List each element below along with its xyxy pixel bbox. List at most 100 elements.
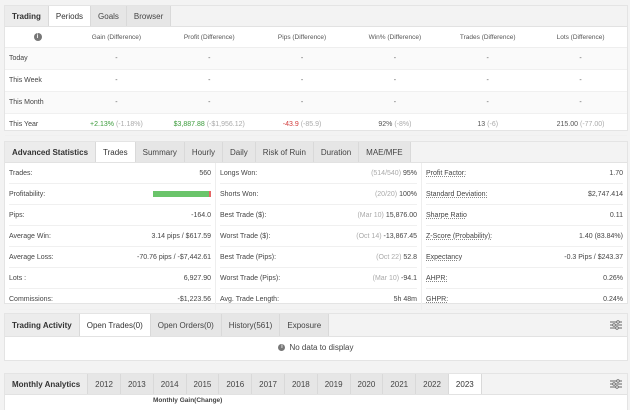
stat-label: Pips: [9,211,25,219]
stat-label: Worst Trade ($): [220,232,271,240]
tab-goals[interactable]: Goals [91,6,127,26]
stat-value: 560 [199,169,211,177]
monthly-gain-header: Monthly Gain(Change) [153,397,223,404]
stat-row-ahpr: AHPR: 0.26% [426,268,623,289]
tab-trading[interactable]: Trading [5,6,49,26]
stat-row-z-score: Z-Score (Probability): 1.40 (83.84%) [426,226,623,247]
tab-open-trades[interactable]: Open Trades(0) [79,314,151,336]
trades-value: - [486,55,489,62]
stat-label: Shorts Won: [220,190,259,198]
tab-year-2019[interactable]: 2019 [317,374,351,394]
gain-value: - [115,99,118,106]
tab-risk-of-ruin[interactable]: Risk of Ruin [255,142,314,162]
tab-monthly-analytics[interactable]: Monthly Analytics [5,374,89,394]
tab-year-2015[interactable]: 2015 [186,374,220,394]
trades-value: - [486,99,489,106]
tab-trades[interactable]: Trades [96,142,136,162]
stat-value: 5h 48m [393,295,417,303]
stat-subvalue: (Mar 10) [372,274,400,282]
tab-duration[interactable]: Duration [313,142,360,162]
stat-value: 52.8 [403,253,417,261]
stat-row-best-trade-pips: Best Trade (Pips): (Oct 22) 52.8 [220,247,417,268]
stat-label: Profitability: [9,190,46,198]
statistics-tabbar: Advanced Statistics Trades Summary Hourl… [5,142,627,163]
stat-value: $2,747.414 [587,190,623,198]
tab-daily[interactable]: Daily [223,142,256,162]
tab-open-orders[interactable]: Open Orders(0) [150,314,222,336]
tab-year-2012[interactable]: 2012 [88,374,121,394]
stat-value: 0.26% [603,274,623,282]
stat-row-average-win: Average Win: 3.14 pips / $617.59 [9,226,211,247]
gain-value: +2.13% [90,121,114,128]
tab-year-2023[interactable]: 2023 [448,374,482,394]
stat-value: -0.3 Pips / $243.37 [564,253,623,261]
stat-row-worst-trade-usd: Worst Trade ($): (Oct 14) -13,867.45 [220,226,417,247]
tab-advanced-statistics[interactable]: Advanced Statistics [5,142,97,162]
stat-label[interactable]: Expectancy [426,254,462,261]
stats-column-2: Longs Won: (514/540) 95% Shorts Won: (20/2… [215,163,421,310]
tab-history[interactable]: History(561) [221,314,281,336]
stat-label[interactable]: Profit Factor: [426,170,466,177]
stat-label[interactable]: Standard Deviation: [426,191,487,198]
tab-mae-mfe[interactable]: MAE/MFE [359,142,411,162]
profit-diff: (-$1,956.12) [206,121,245,128]
gain-value: - [115,77,118,84]
tab-periods[interactable]: Periods [48,6,92,26]
header-lots[interactable]: Lots (Difference) [534,27,627,48]
tab-exposure[interactable]: Exposure [280,314,330,336]
lots-diff: (-77.00) [580,121,605,128]
periods-card: Trading Periods Goals Browser i Gain (Di… [4,5,628,136]
stat-label: Avg. Trade Length: [220,295,280,303]
header-gain[interactable]: Gain (Difference) [70,27,163,48]
monthly-tabbar: Monthly Analytics 2012 2013 2014 2015 20… [5,374,627,395]
tab-summary[interactable]: Summary [135,142,185,162]
tab-year-2021[interactable]: 2021 [383,374,417,394]
tab-hourly[interactable]: Hourly [184,142,223,162]
tab-year-2014[interactable]: 2014 [153,374,187,394]
stat-label[interactable]: GHPR: [426,296,448,303]
stat-label[interactable]: Sharpe Ratio [426,212,467,219]
stat-value: 15,876.00 [385,211,417,219]
stat-label: Worst Trade (Pips): [220,274,281,282]
tab-year-2013[interactable]: 2013 [120,374,154,394]
stat-value: -70.76 pips / -$7,442.61 [137,253,211,261]
profitability-loss-segment [208,191,211,197]
info-icon: i [278,344,286,351]
header-profit[interactable]: Profit (Difference) [162,27,256,48]
header-trades[interactable]: Trades (Difference) [441,27,535,48]
tab-year-2020[interactable]: 2020 [350,374,384,394]
stat-row-avg-trade-length: Avg. Trade Length: 5h 48m [220,289,417,310]
periods-table: i Gain (Difference) Profit (Difference) … [5,27,627,136]
period-label: Today [5,47,70,70]
stats-column-1: Trades: 560 Profitability: Pips: -164.0 Av… [5,163,215,310]
trades-value: - [486,77,489,84]
filter-settings-icon[interactable] [605,374,627,394]
stat-value: -13,867.45 [383,232,417,240]
profit-value: - [208,55,211,62]
tab-year-2016[interactable]: 2016 [219,374,253,394]
stat-value: -$1,223.56 [177,295,211,303]
stat-subvalue: (20/20) [374,190,398,198]
gain-value: - [115,55,118,62]
tab-trading-activity[interactable]: Trading Activity [5,314,80,336]
tab-year-2022[interactable]: 2022 [416,374,449,394]
profit-value: - [208,99,211,106]
stat-row-standard-deviation: Standard Deviation: $2,747.414 [426,184,623,205]
lots-value: 215.00 [556,121,579,128]
stat-row-pips: Pips: -164.0 [9,205,211,226]
info-icon: i [5,27,70,48]
trades-diff: (-6) [487,121,499,128]
profitability-bar [153,191,211,197]
gain-diff: (-1.18%) [115,121,143,128]
stat-label[interactable]: AHPR: [426,275,447,282]
filter-settings-icon[interactable] [605,314,627,336]
tab-year-2018[interactable]: 2018 [284,374,318,394]
stat-value: 0.24% [603,295,623,303]
monthly-analytics-card: Monthly Analytics 2012 2013 2014 2015 20… [4,373,628,410]
tab-year-2017[interactable]: 2017 [252,374,285,394]
header-win[interactable]: Win% (Difference) [348,27,442,48]
header-pips[interactable]: Pips (Difference) [255,27,349,48]
tab-browser[interactable]: Browser [126,6,172,26]
stat-label[interactable]: Z-Score (Probability): [426,233,492,240]
win-value: - [393,77,397,84]
